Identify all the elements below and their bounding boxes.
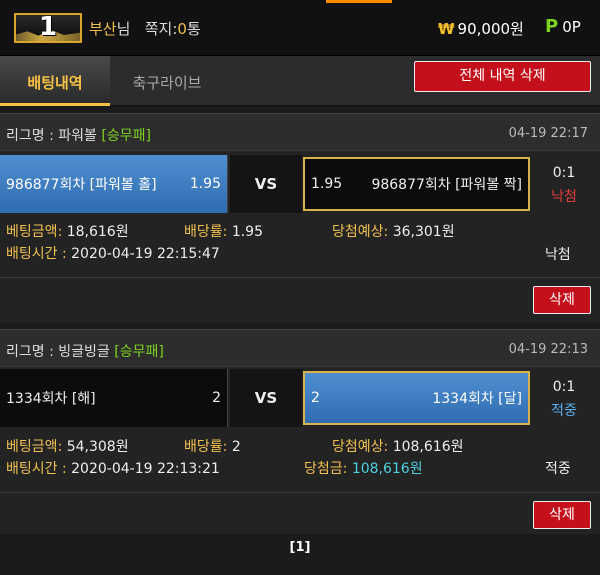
delete-button[interactable]: 삭제	[533, 286, 591, 314]
divider	[0, 492, 600, 493]
bet-status: 적중	[545, 461, 571, 477]
level-number: 1	[38, 13, 58, 42]
bet-card-header: 리그명 : 파워볼 [승무패] 04-19 22:17	[0, 113, 600, 151]
bet-amount-label: 베팅금액:	[6, 224, 63, 240]
bet-time-value: 2020-04-19 22:15:47	[71, 246, 220, 262]
odds-rate: 배당률: 1.95	[184, 221, 263, 241]
bet-status: 낙첨	[545, 247, 571, 263]
expected-win-label: 당첨예상:	[332, 439, 389, 455]
league-name: 리그명 : 파워볼 [승무패]	[6, 125, 151, 145]
bet-time-label: 배팅시간 :	[6, 461, 67, 477]
bet-amount: 베팅금액: 18,616원	[6, 221, 129, 241]
prize-label: 당첨금:	[304, 461, 348, 477]
home-pick[interactable]: 986877회차 [파워볼 홀] 1.95	[0, 155, 228, 213]
league-name: 리그명 : 빙글빙글 [승무패]	[6, 341, 164, 361]
odds-rate-label: 배당률:	[184, 439, 228, 455]
message-label[interactable]: 쪽지:	[145, 20, 178, 38]
match-row: 986877회차 [파워볼 홀] 1.95 VS 1.95 986877회차 […	[0, 155, 600, 213]
money-value: 90,000원	[457, 20, 524, 38]
expected-win-value: 36,301원	[392, 224, 455, 240]
tab-bet-history[interactable]: 배팅내역	[0, 56, 110, 106]
message-count[interactable]: 0	[177, 20, 187, 38]
odds-rate-label: 배당률:	[184, 224, 228, 240]
prize-amount: 당첨금: 108,616원	[304, 458, 423, 478]
divider	[0, 277, 600, 278]
bet-card: 리그명 : 빙글빙글 [승무패] 04-19 22:13 1334회차 [해] …	[0, 329, 600, 534]
home-name: 1334회차 [해]	[6, 391, 96, 407]
user-info: 부산님 쪽지:0통	[89, 18, 201, 39]
delete-button[interactable]: 삭제	[533, 501, 591, 529]
expected-win: 당첨예상: 108,616원	[332, 436, 463, 456]
home-name: 986877회차 [파워볼 홀]	[6, 177, 157, 193]
home-odds: 2	[212, 390, 221, 406]
bet-time: 배팅시간 : 2020-04-19 22:13:21	[6, 458, 220, 478]
odds-rate-value: 2	[231, 439, 241, 455]
bet-time-label: 배팅시간 :	[6, 246, 67, 262]
user-suffix: 님	[116, 20, 131, 38]
odds-rate: 배당률: 2	[184, 436, 241, 456]
bet-type-tag: [승무패]	[114, 344, 164, 360]
bet-card-header: 리그명 : 빙글빙글 [승무패] 04-19 22:13	[0, 329, 600, 367]
pagination-current-page[interactable]: [1]	[0, 540, 600, 555]
game-datetime: 04-19 22:17	[508, 126, 588, 141]
bet-amount: 베팅금액: 54,308원	[6, 436, 129, 456]
tab-soccer-live[interactable]: 축구라이브	[112, 56, 222, 106]
score: 0:1	[552, 379, 576, 395]
delete-all-button[interactable]: 전체 내역 삭제	[414, 61, 591, 92]
away-name: 986877회차 [파워볼 짝]	[371, 177, 522, 193]
score: 0:1	[552, 165, 576, 181]
match-result: 낙첨	[551, 189, 577, 205]
bet-time-value: 2020-04-19 22:13:21	[71, 461, 220, 477]
point-value: 0P	[562, 18, 581, 36]
vs-label: VS	[230, 369, 302, 427]
home-odds: 1.95	[189, 176, 221, 192]
away-pick[interactable]: 2 1334회차 [달]	[303, 371, 530, 425]
bet-time: 배팅시간 : 2020-04-19 22:15:47	[6, 243, 220, 263]
game-datetime: 04-19 22:13	[508, 342, 588, 357]
bet-amount-label: 베팅금액:	[6, 439, 63, 455]
match-row: 1334회차 [해] 2 VS 2 1334회차 [달] 0:1 적중	[0, 369, 600, 427]
bet-amount-value: 54,308원	[66, 439, 129, 455]
match-result: 적중	[551, 403, 577, 419]
top-accent-bar	[326, 0, 392, 3]
league-label: 리그명 : 빙글빙글	[6, 344, 110, 360]
top-bar: 1 부산님 쪽지:0통 ₩90,000원 P 0P	[0, 0, 600, 56]
expected-win-label: 당첨예상:	[332, 224, 389, 240]
bet-type-tag: [승무패]	[101, 128, 151, 144]
money-display: ₩90,000원	[438, 18, 524, 39]
message-unit: 통	[186, 20, 201, 38]
expected-win: 당첨예상: 36,301원	[332, 221, 455, 241]
expected-win-value: 108,616원	[392, 439, 464, 455]
point-icon: P	[545, 16, 559, 37]
odds-rate-value: 1.95	[231, 224, 263, 240]
away-pick[interactable]: 1.95 986877회차 [파워볼 짝]	[303, 157, 530, 211]
away-odds: 2	[311, 390, 320, 406]
vs-label: VS	[230, 155, 302, 213]
level-badge: 1	[14, 13, 82, 43]
point-display: P 0P	[545, 16, 581, 37]
user-name[interactable]: 부산	[89, 20, 117, 38]
prize-value: 108,616원	[351, 461, 423, 477]
won-icon: ₩	[438, 20, 455, 38]
home-pick[interactable]: 1334회차 [해] 2	[0, 369, 228, 427]
away-name: 1334회차 [달]	[432, 391, 522, 407]
bet-card: 리그명 : 파워볼 [승무패] 04-19 22:17 986877회차 [파워…	[0, 113, 600, 323]
bet-amount-value: 18,616원	[66, 224, 129, 240]
league-label: 리그명 : 파워볼	[6, 128, 97, 144]
away-odds: 1.95	[311, 176, 343, 192]
